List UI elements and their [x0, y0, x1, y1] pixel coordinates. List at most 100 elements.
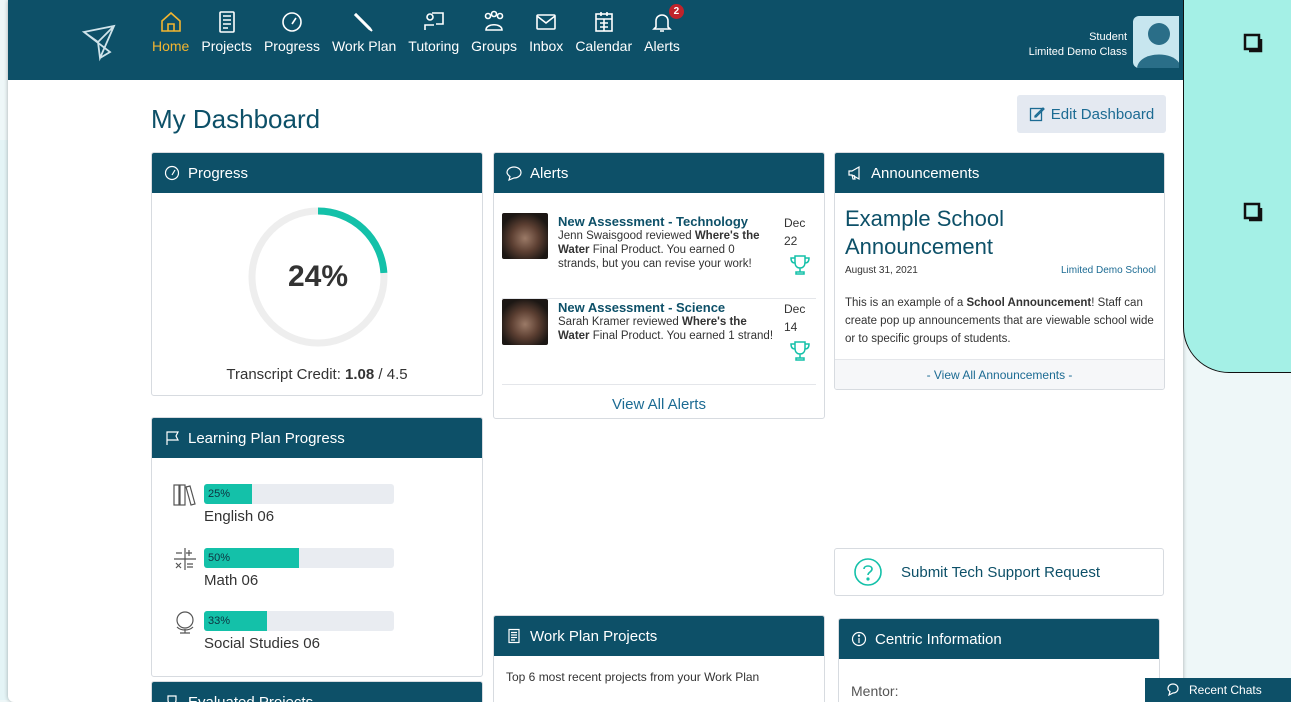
pencil-icon [353, 12, 373, 32]
alert-thumbnail [502, 213, 548, 259]
alert-title[interactable]: New Assessment - Science [558, 300, 725, 315]
centric-info-panel: Centric Information Mentor: [838, 618, 1160, 702]
alerts-panel-header: Alerts [494, 153, 824, 193]
credit-label: Transcript Credit: [226, 366, 346, 383]
checkbox-icon[interactable] [1243, 202, 1263, 222]
nav-progress-label: Progress [263, 38, 320, 54]
home-icon [160, 11, 181, 32]
app-window: Home Projects Progress Work Plan Tutorin… [8, 0, 1183, 702]
projects-icon [508, 628, 520, 644]
progress-panel-header: Progress [152, 153, 482, 193]
checkbox-icon[interactable] [1243, 33, 1263, 53]
subject-progress-bar: 33% [204, 611, 394, 631]
announcements-panel: Announcements Example School Announcemen… [834, 152, 1165, 390]
alert-date: Dec 14 [784, 302, 806, 334]
user-avatar-icon [1137, 23, 1179, 68]
alert-item[interactable]: New Assessment - Technology Jenn Swaisgo… [502, 213, 816, 299]
alert-title[interactable]: New Assessment - Technology [558, 214, 748, 229]
view-all-announcements-link[interactable]: - View All Announcements - [835, 359, 1164, 389]
chat-icon [1167, 683, 1179, 697]
transcript-credit: Transcript Credit: 1.08 / 4.5 [152, 366, 482, 383]
user-info[interactable]: Student Limited Demo Class [1029, 30, 1127, 60]
nav-tutoring[interactable]: Tutoring [402, 10, 465, 54]
logo-icon[interactable] [80, 22, 120, 62]
progress-panel: Progress 24% Transcript Credit: 1.08 / 4… [151, 152, 483, 396]
alert-thumbnail [502, 299, 548, 345]
envelope-icon [536, 14, 556, 30]
gauge-icon [282, 12, 302, 32]
nav-inbox[interactable]: Inbox [523, 10, 569, 54]
announcements-panel-header: Announcements [835, 153, 1164, 193]
tutoring-icon [423, 12, 444, 30]
top-navbar: Home Projects Progress Work Plan Tutorin… [8, 0, 1183, 80]
progress-percent: 24% [287, 260, 349, 293]
nav-tutoring-label: Tutoring [408, 38, 460, 54]
nav-home-label: Home [152, 38, 190, 54]
trophy-icon [790, 341, 810, 361]
megaphone-icon [848, 165, 860, 181]
recent-chats-label: Recent Chats [1189, 683, 1262, 697]
alerts-panel: Alerts New Assessment - Technology Jenn … [493, 152, 825, 419]
books-icon [173, 484, 196, 506]
subject-row[interactable]: 25% English 06 [172, 482, 412, 532]
work-plan-panel-title: Work Plan Projects [530, 627, 658, 645]
subject-row[interactable]: 33% Social Studies 06 [172, 609, 412, 659]
nav-projects-label: Projects [201, 38, 252, 54]
progress-ring: 24% [246, 205, 390, 349]
user-name: Student [1089, 31, 1127, 43]
avatar[interactable] [1133, 16, 1179, 68]
nav-projects[interactable]: Projects [195, 10, 258, 54]
learning-plan-panel-title: Learning Plan Progress [188, 429, 345, 447]
page-title: My Dashboard [151, 104, 321, 134]
edit-dashboard-label: Edit Dashboard [1050, 105, 1155, 123]
subject-progress-bar: 50% [204, 548, 394, 568]
alert-item[interactable]: New Assessment - Science Sarah Kramer re… [502, 299, 816, 385]
projects-icon [218, 11, 235, 33]
info-icon [851, 631, 867, 647]
alerts-panel-title: Alerts [530, 164, 569, 182]
nav-calendar[interactable]: Calendar [569, 10, 638, 54]
nav-work-plan[interactable]: Work Plan [326, 10, 402, 54]
subject-progress-fill: 25% [204, 484, 252, 504]
subject-name: Social Studies 06 [204, 635, 320, 652]
alert-body: Sarah Kramer reviewed Where's the Water F… [558, 316, 774, 342]
alert-body: Jenn Swaisgood reviewed Where's the Water… [558, 230, 760, 270]
view-all-alerts-link[interactable]: View All Alerts [494, 396, 824, 413]
groups-icon [484, 10, 504, 31]
nav-progress[interactable]: Progress [258, 10, 326, 54]
nav-alerts[interactable]: Alerts 2 [638, 4, 686, 54]
progress-panel-title: Progress [188, 164, 249, 182]
gauge-icon [164, 165, 180, 181]
main-nav: Home Projects Progress Work Plan Tutorin… [146, 4, 686, 54]
alert-date: Dec 22 [784, 216, 806, 248]
subject-progress-bar: 25% [204, 484, 394, 504]
announcement-date: August 31, 2021 [845, 265, 918, 276]
nav-groups-label: Groups [471, 38, 518, 54]
question-circle-icon [854, 558, 882, 586]
subject-name: Math 06 [204, 572, 259, 589]
nav-home[interactable]: Home [146, 10, 195, 54]
tech-support-button[interactable]: Submit Tech Support Request [834, 548, 1164, 596]
trophy-icon [790, 255, 810, 275]
centric-info-panel-title: Centric Information [875, 630, 1002, 648]
announcement-body: This is an example of a School Announcem… [845, 297, 1154, 345]
subject-name: English 06 [204, 508, 275, 525]
work-plan-panel: Work Plan Projects Top 6 most recent pro… [493, 615, 825, 702]
recent-chats-button[interactable]: Recent Chats [1145, 678, 1291, 702]
edit-dashboard-button[interactable]: Edit Dashboard [1017, 95, 1166, 133]
announcement-heading: Example School Announcement [845, 206, 1004, 259]
globe-icon [176, 611, 194, 634]
nav-alerts-label: Alerts [644, 38, 680, 54]
subject-progress-fill: 50% [204, 548, 299, 568]
nav-calendar-label: Calendar [575, 38, 633, 54]
announcements-panel-title: Announcements [871, 164, 980, 182]
flag-icon [166, 431, 179, 445]
alerts-count-badge: 2 [668, 4, 684, 19]
tech-support-label: Submit Tech Support Request [901, 563, 1101, 581]
subject-progress-fill: 33% [204, 611, 267, 631]
subject-row[interactable]: 50% Math 06 [172, 546, 412, 596]
learning-plan-panel: Learning Plan Progress 25% English 06 50… [151, 417, 483, 677]
credit-earned: 1.08 [345, 366, 375, 383]
mentor-label: Mentor: [851, 683, 899, 699]
nav-groups[interactable]: Groups [465, 10, 523, 54]
